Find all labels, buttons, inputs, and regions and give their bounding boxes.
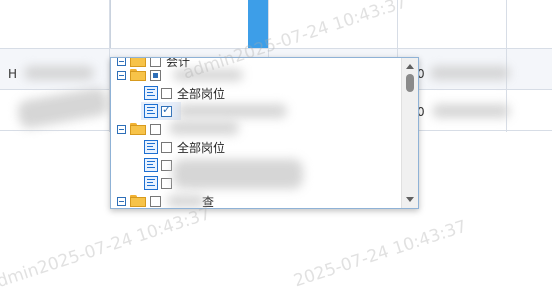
tree-node-label: 会计 xyxy=(166,57,191,69)
collapse-icon[interactable] xyxy=(117,70,126,80)
node-checkbox[interactable] xyxy=(150,69,161,81)
list-icon xyxy=(144,158,158,172)
selected-column-bar xyxy=(248,0,268,48)
node-checkbox[interactable] xyxy=(161,159,172,171)
collapse-icon[interactable] xyxy=(117,196,126,206)
redacted-text xyxy=(430,66,510,80)
list-icon xyxy=(144,140,158,154)
row-divider xyxy=(0,48,552,49)
redacted-text xyxy=(432,104,510,118)
scroll-thumb[interactable] xyxy=(406,74,414,92)
collapse-icon[interactable] xyxy=(117,124,126,134)
redacted-text xyxy=(177,104,287,118)
folder-icon xyxy=(130,69,146,81)
list-icon xyxy=(144,104,158,118)
row-1-cell-text: H xyxy=(8,67,18,81)
tree-node-label: 全部岗位 xyxy=(177,86,226,101)
collapse-icon[interactable] xyxy=(117,58,126,66)
vertical-scrollbar[interactable] xyxy=(401,58,418,208)
node-checkbox[interactable] xyxy=(161,103,172,117)
redacted-text xyxy=(173,69,243,81)
tree-node-item[interactable] xyxy=(144,102,177,120)
node-checkbox[interactable] xyxy=(161,141,172,153)
node-checkbox[interactable] xyxy=(161,87,172,99)
tree-node-item[interactable]: 全部岗位 xyxy=(144,84,225,102)
redacted-text xyxy=(173,159,303,189)
redacted-text xyxy=(24,66,94,80)
node-checkbox[interactable] xyxy=(161,177,172,189)
redacted-text xyxy=(167,195,205,207)
tree-node-label: 全部岗位 xyxy=(177,140,226,155)
tree-node-item[interactable]: 全部岗位 xyxy=(144,138,225,156)
redacted-text xyxy=(169,121,239,135)
edit-cell[interactable] xyxy=(110,0,250,48)
node-checkbox[interactable] xyxy=(150,195,161,207)
folder-icon xyxy=(130,123,146,135)
list-icon xyxy=(144,86,158,100)
list-icon xyxy=(144,176,158,190)
folder-icon xyxy=(130,195,146,207)
tree-dropdown-panel[interactable]: 会计 全部岗位 全部岗位 xyxy=(110,57,419,209)
node-checkbox[interactable] xyxy=(150,123,161,135)
scroll-down-icon[interactable] xyxy=(406,197,414,202)
scroll-up-icon[interactable] xyxy=(406,64,414,69)
tree-node-folder[interactable] xyxy=(117,66,166,84)
tree-node-folder[interactable] xyxy=(117,120,166,138)
